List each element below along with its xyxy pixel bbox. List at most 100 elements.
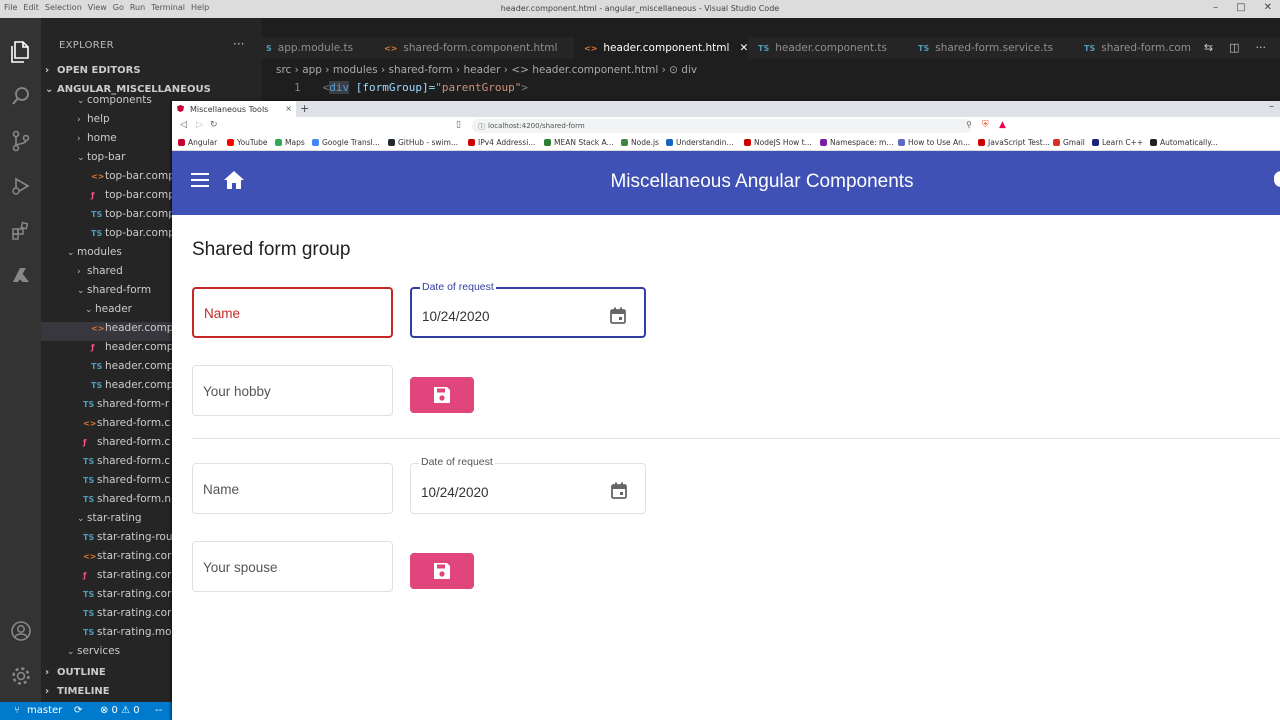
split-editor-icon[interactable]: ◫ — [1229, 41, 1239, 54]
angular-icon — [177, 105, 184, 112]
date-of-request-field[interactable]: Date of request 10/24/2020 — [410, 456, 646, 514]
gear-icon[interactable] — [9, 664, 33, 688]
tab-header-html[interactable]: <> header.component.html ✕ — [574, 37, 748, 59]
explorer-title: EXPLORER — [59, 40, 114, 51]
outline-section[interactable]: › OUTLINE — [45, 667, 106, 678]
tree-item-label: top-bar — [87, 151, 126, 163]
minimize-icon[interactable]: – — [1213, 2, 1218, 13]
tab-header-ts[interactable]: TS header.component.ts — [748, 37, 908, 59]
bookmark-label: Understandin... — [676, 138, 734, 147]
ts-file-icon: TS — [83, 476, 95, 485]
timeline-section[interactable]: › TIMELINE — [45, 686, 110, 697]
open-editors-section[interactable]: › OPEN EDITORS — [45, 65, 141, 76]
tree-item-label: home — [87, 132, 117, 144]
bookmark-item[interactable]: MEAN Stack A... — [544, 138, 614, 147]
bookmark-icon[interactable]: ▯ — [456, 120, 461, 130]
zoom-icon[interactable]: ⚲ — [966, 120, 972, 129]
chevron-right-icon: › — [45, 686, 50, 697]
azure-icon[interactable] — [9, 264, 33, 288]
tab-label: shared-form.component.html — [403, 42, 558, 54]
bookmark-item[interactable]: Automatically... — [1150, 138, 1218, 147]
search-icon[interactable] — [9, 84, 33, 108]
browser-tab-title: Miscellaneous Tools — [190, 105, 269, 114]
bookmark-item[interactable]: IPv4 Addressi... — [468, 138, 535, 147]
tab-label: header.component.html — [603, 42, 730, 54]
minimize-icon[interactable]: – — [1269, 101, 1274, 112]
favicon-icon — [178, 139, 185, 146]
calendar-icon[interactable] — [611, 482, 627, 499]
tree-item-label: services — [77, 645, 121, 657]
browser-tab[interactable]: Miscellaneous Tools × — [172, 101, 296, 117]
problems-count[interactable]: ⊗ 0 ⚠ 0 — [100, 705, 140, 716]
close-icon[interactable]: ✕ — [1264, 2, 1272, 13]
bookmark-item[interactable]: Learn C++ — [1092, 138, 1143, 147]
date-of-request-field[interactable]: Date of request 10/24/2020 — [410, 281, 646, 338]
git-branch-icon[interactable]: ⑂ — [14, 705, 20, 716]
compare-icon[interactable]: ⇆ — [1204, 41, 1213, 54]
save-button[interactable] — [410, 553, 474, 589]
name-field[interactable]: Name — [192, 287, 393, 338]
close-icon[interactable]: × — [285, 104, 292, 113]
run-debug-icon[interactable] — [9, 174, 33, 198]
activity-bar — [0, 18, 41, 702]
tree-item-label: header — [95, 303, 132, 315]
info-icon: ⓘ — [478, 123, 485, 131]
tab-shared-form-comp[interactable]: TS shared-form.comp — [1074, 37, 1190, 59]
spouse-placeholder: Your spouse — [203, 560, 278, 575]
branch-name[interactable]: master — [27, 705, 62, 716]
bookmark-item[interactable]: Namespace: m... — [820, 138, 894, 147]
account-icon[interactable] — [9, 619, 33, 643]
calendar-icon[interactable] — [610, 307, 626, 324]
bookmark-item[interactable]: Node.js — [621, 138, 659, 147]
tree-item-label: modules — [77, 246, 122, 258]
new-tab-button[interactable]: + — [300, 102, 309, 115]
more-actions-icon[interactable]: ··· — [233, 37, 244, 51]
spouse-field[interactable]: Your spouse — [192, 541, 393, 592]
tree-item-label: help — [87, 113, 110, 125]
bookmark-label: Learn C++ — [1102, 138, 1144, 147]
sync-icon[interactable]: ⟳ — [74, 705, 82, 716]
bookmark-item[interactable]: Google Transl... — [312, 138, 380, 147]
bookmark-item[interactable]: Maps — [275, 138, 305, 147]
toolbar-action[interactable] — [1274, 171, 1280, 187]
save-icon — [434, 387, 450, 403]
favicon-icon — [744, 139, 751, 146]
reload-icon[interactable]: ↻ — [210, 120, 218, 130]
bookmark-item[interactable]: How to Use An... — [898, 138, 970, 147]
bookmark-item[interactable]: YouTube — [227, 138, 268, 147]
address-bar[interactable]: ⓘ localhost:4200/shared-form — [472, 119, 972, 133]
close-tab-icon[interactable]: ✕ — [739, 42, 748, 54]
bookmark-item[interactable]: Gmail — [1053, 138, 1085, 147]
ts-file-icon: TS — [83, 590, 95, 599]
bookmark-item[interactable]: NodeJS How t... — [744, 138, 812, 147]
source-control-icon[interactable] — [9, 129, 33, 153]
code-line[interactable]: 1 <div [formGroup]="parentGroup"> — [294, 81, 528, 94]
bookmark-label: Angular — [188, 138, 218, 147]
maximize-icon[interactable]: □ — [1236, 2, 1245, 13]
tree-item-label: header.comp — [105, 341, 174, 353]
ts-file-icon: TS — [91, 362, 103, 371]
bookmark-item[interactable]: Angular — [178, 138, 217, 147]
brave-shield-icon[interactable]: ⛨ — [982, 120, 989, 130]
bookmark-item[interactable]: Understandin... — [666, 138, 734, 147]
extensions-icon[interactable] — [9, 219, 33, 243]
tab-label: shared-form.comp — [1101, 42, 1190, 54]
tab-shared-form-service[interactable]: TS shared-form.service.ts — [908, 37, 1074, 59]
breadcrumb[interactable]: src › app › modules › shared-form › head… — [276, 64, 697, 76]
rewards-icon[interactable]: ▲ — [999, 120, 1006, 130]
forward-icon[interactable]: ▷ — [196, 120, 203, 130]
explorer-icon[interactable] — [9, 40, 33, 64]
bookmark-item[interactable]: JavaScript Test... — [978, 138, 1050, 147]
more-actions-icon[interactable]: ··· — [1256, 41, 1267, 54]
save-button[interactable] — [410, 377, 474, 413]
scss-file-icon: ƒ — [83, 571, 87, 580]
back-icon[interactable]: ◁ — [180, 120, 187, 130]
tab-app-module[interactable]: Sapp.module.ts — [256, 37, 374, 59]
code-token: "parentGroup" — [435, 81, 522, 94]
name-field[interactable]: Name — [192, 463, 393, 514]
ts-file-icon: TS — [1084, 43, 1096, 53]
browser-toolbar: ◁ ▷ ↻ ▯ ⓘ localhost:4200/shared-form ⚲ ⛨… — [172, 117, 1280, 135]
hobby-field[interactable]: Your hobby — [192, 365, 393, 416]
bookmark-item[interactable]: GitHub - swim... — [388, 138, 458, 147]
tab-shared-form-html[interactable]: <> shared-form.component.html — [374, 37, 574, 59]
